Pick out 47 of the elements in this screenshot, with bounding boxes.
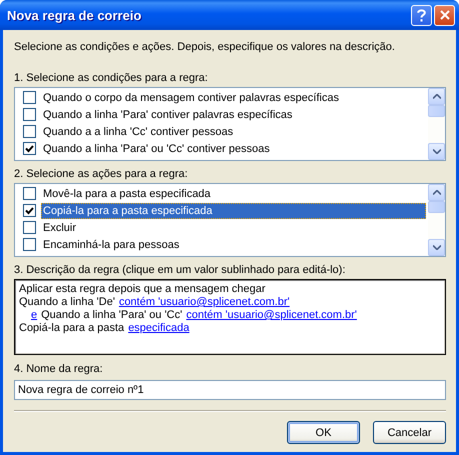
actions-label: 2. Selecione as ações para a regra: xyxy=(14,167,189,181)
scroll-up-button[interactable] xyxy=(428,88,445,105)
description-text: Aplicar esta regra depois que a mensagem chegar xyxy=(19,283,266,296)
checkbox[interactable] xyxy=(23,221,36,234)
description-label: 3. Descrição da regra (clique em um valor sublinhado para editá-lo): xyxy=(14,263,346,277)
checkmark-icon xyxy=(25,206,34,214)
checkbox[interactable] xyxy=(23,204,36,217)
value-link[interactable]: contém 'usuario@splicenet.com.br' xyxy=(118,296,290,309)
checkbox[interactable] xyxy=(23,91,36,104)
list-item[interactable]: Excluir xyxy=(41,220,426,236)
description-text: Copiá-la para a pasta xyxy=(19,322,124,335)
help-icon xyxy=(417,8,426,22)
list-item[interactable]: Quando a a linha 'Cc' contiver pessoas xyxy=(41,124,426,140)
value-link[interactable]: contém 'usuario@splicenet.com.br' xyxy=(186,309,357,322)
list-item[interactable]: Encaminhá-la para pessoas xyxy=(41,236,426,252)
scrollbar[interactable] xyxy=(428,184,445,256)
rule-name-field[interactable]: Nova regra de correio nº1 xyxy=(14,380,446,400)
checkbox[interactable] xyxy=(23,108,36,121)
scrollbar[interactable] xyxy=(428,88,445,160)
window-title: Nova regra de correio xyxy=(7,8,142,22)
list-item[interactable]: Quando o corpo da mensagem contiver palavras específicas xyxy=(41,90,426,106)
rule-name-label: 4. Nome da regra: xyxy=(14,362,104,376)
value-link[interactable]: especificada xyxy=(128,322,190,335)
description-text: Quando a linha 'De' xyxy=(19,296,115,309)
cancel-button[interactable]: Cancelar xyxy=(373,421,446,444)
value-link[interactable]: e xyxy=(31,309,38,322)
list-item[interactable]: Quando a linha 'Para' ou 'Cc' contiver pessoas xyxy=(41,140,426,156)
list-item[interactable]: Quando a linha 'Para' contiver palavras específicas xyxy=(41,106,426,122)
scroll-up-button[interactable] xyxy=(428,184,445,201)
close-icon xyxy=(440,10,450,20)
close-button[interactable] xyxy=(434,4,455,26)
scroll-down-button[interactable] xyxy=(428,239,445,256)
help-button[interactable] xyxy=(411,4,432,26)
checkbox[interactable] xyxy=(23,142,36,155)
scroll-thumb[interactable] xyxy=(428,201,445,213)
scroll-thumb[interactable] xyxy=(428,105,445,117)
scroll-down-button[interactable] xyxy=(428,143,445,160)
instructions-text: Selecione as condições e ações. Depois, especifique os valores na descrição. xyxy=(14,40,396,54)
conditions-label: 1. Selecione as condições para a regra: xyxy=(14,71,209,85)
checkbox[interactable] xyxy=(23,187,36,200)
list-item[interactable]: Copiá-la para a pasta especificada xyxy=(41,202,426,218)
list-item[interactable]: Movê-la para a pasta especificada xyxy=(41,186,426,202)
checkbox[interactable] xyxy=(23,125,36,138)
ok-button[interactable]: OK xyxy=(287,421,360,444)
description-text: Quando a linha 'Para' ou 'Cc' xyxy=(41,309,182,322)
checkbox[interactable] xyxy=(23,238,36,251)
checkmark-icon xyxy=(25,144,34,152)
